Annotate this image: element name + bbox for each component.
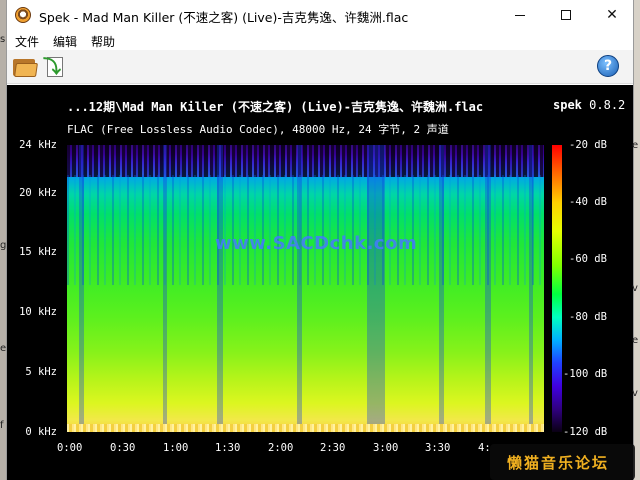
db-tick-label: -120 dB	[563, 426, 608, 438]
spectrogram-image: www.SACDchk.com	[67, 145, 544, 432]
close-button[interactable]: ✕	[589, 0, 635, 30]
spek-version-number: 0.8.2	[589, 98, 626, 112]
desktop-text: f	[0, 420, 4, 431]
spek-version: spek 0.8.2	[553, 98, 625, 112]
help-icon: ?	[603, 58, 613, 74]
time-tick-label: 1:30	[215, 442, 241, 454]
db-tick-label: -80 dB	[569, 311, 607, 323]
spectrogram-file-info: FLAC (Free Lossless Audio Codec), 48000 …	[67, 123, 449, 136]
window-title: Spek - Mad Man Killer (不速之客) (Live)-吉克隽逸…	[39, 10, 409, 25]
desktop-text: v	[632, 283, 638, 294]
spek-name: spek	[553, 98, 582, 112]
menu-file[interactable]: 文件	[15, 33, 39, 50]
time-tick-label: 1:00	[163, 442, 189, 454]
time-tick-label: 3:00	[373, 442, 399, 454]
time-tick-label: 4:	[478, 442, 491, 454]
desktop-text: v	[632, 388, 638, 399]
desktop-text: g	[0, 240, 7, 251]
spek-app-icon	[15, 7, 31, 23]
minimize-button[interactable]	[497, 0, 543, 30]
help-button[interactable]: ?	[597, 55, 619, 77]
time-tick-label: 0:00	[57, 442, 83, 454]
freq-tick-label: 24 kHz	[19, 139, 57, 151]
time-tick-label: 0:30	[110, 442, 136, 454]
desktop-text: e	[632, 335, 639, 346]
db-tick-label: -60 dB	[569, 253, 607, 265]
desktop-text: s	[0, 34, 6, 45]
menu-bar: 文件 编辑 帮助	[7, 30, 633, 50]
db-color-scale	[552, 145, 562, 432]
desktop-text: e	[632, 140, 639, 151]
time-tick-label: 2:00	[268, 442, 294, 454]
spectrogram-file-title: ...12期\Mad Man Killer (不速之客) (Live)-吉克隽逸…	[67, 100, 484, 114]
freq-tick-label: 15 kHz	[19, 246, 57, 258]
minimize-icon	[515, 14, 525, 16]
close-icon: ✕	[606, 7, 618, 23]
reload-button[interactable]: ⤵	[43, 55, 67, 79]
watermark-text: www.SACDchk.com	[215, 233, 418, 254]
time-tick-label: 2:30	[320, 442, 346, 454]
desktop-text: e	[0, 343, 7, 354]
db-tick-label: -40 dB	[569, 196, 607, 208]
db-tick-label: -100 dB	[563, 368, 608, 380]
maximize-button[interactable]	[543, 0, 589, 30]
spectrogram-view: ...12期\Mad Man Killer (不速之客) (Live)-吉克隽逸…	[7, 85, 633, 480]
menu-edit[interactable]: 编辑	[53, 33, 77, 50]
forum-watermark-text: 懒猫音乐论坛	[507, 454, 610, 472]
freq-tick-label: 5 kHz	[25, 366, 57, 378]
open-file-button[interactable]	[13, 56, 38, 78]
toolbar: ⤵ ?	[7, 50, 633, 84]
title-bar[interactable]: Spek - Mad Man Killer (不速之客) (Live)-吉克隽逸…	[7, 0, 633, 30]
freq-tick-label: 0 kHz	[25, 426, 57, 438]
freq-tick-label: 20 kHz	[19, 187, 57, 199]
menu-help[interactable]: 帮助	[91, 33, 115, 50]
time-tick-label: 3:30	[425, 442, 451, 454]
spek-window: Spek - Mad Man Killer (不速之客) (Live)-吉克隽逸…	[6, 0, 634, 480]
freq-tick-label: 10 kHz	[19, 306, 57, 318]
forum-watermark-badge: 懒猫音乐论坛	[490, 444, 635, 480]
maximize-icon	[561, 10, 571, 20]
db-tick-label: -20 dB	[569, 139, 607, 151]
